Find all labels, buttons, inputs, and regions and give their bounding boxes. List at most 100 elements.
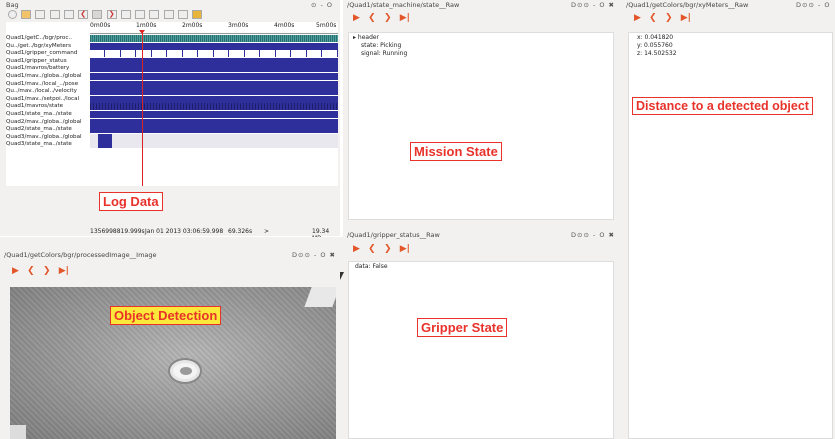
last-button[interactable]: ▶| (400, 13, 410, 23)
mission-state-callout: Mission State (410, 142, 502, 161)
gripper-content: data: False (348, 261, 614, 439)
timeline-ruler[interactable]: 0m00s 1m00s 2m00s 3m00s 4m00s 5m00s (90, 22, 338, 34)
prev-button[interactable]: ❮ (27, 266, 35, 276)
topic-bar (90, 141, 338, 149)
prev-button[interactable]: ❮ (649, 13, 657, 23)
raw-line: x: 0.041820 (637, 34, 674, 41)
raw-line: signal: Running (361, 50, 408, 57)
xymeters-title: /Quad1/getColors/bgr/xyMeters__Raw (626, 1, 749, 9)
state-machine-window-buttons[interactable]: D⊙⊙ - O ✖ (571, 1, 615, 9)
state-machine-content: ▸ header state: Picking signal: Running (348, 32, 614, 220)
play-button[interactable]: ▶ (353, 13, 360, 23)
step-back-icon[interactable]: ❮ (78, 10, 89, 19)
play-button[interactable]: ▶ (12, 266, 19, 276)
topic-bar (90, 126, 338, 134)
tick-label: 0m00s (90, 22, 111, 29)
fast-rewind-icon[interactable] (49, 10, 60, 19)
play-button[interactable]: ▶ (353, 244, 360, 254)
topic-label[interactable]: Quad1/mavros/state (6, 103, 90, 111)
pause-icon[interactable] (92, 10, 103, 19)
last-button[interactable]: ▶| (59, 266, 69, 276)
state-machine-title: /Quad1/state_machine/state__Raw (347, 1, 460, 9)
bag-panel: Bag ⊙ - O ❮ ❯ 0m00s 1m00s 2m00s 3m00s 4m… (0, 0, 340, 242)
topic-bar (90, 95, 338, 103)
topic-bar (90, 50, 338, 58)
playhead-marker[interactable] (139, 30, 145, 34)
fast-forward-icon[interactable] (120, 10, 131, 19)
open-icon[interactable] (21, 10, 32, 19)
play-button[interactable]: ▶ (634, 13, 641, 23)
xymeters-content: x: 0.041820 y: 0.055760 z: 14.502532 (628, 32, 833, 439)
last-button[interactable]: ▶| (681, 13, 691, 23)
raw-line: z: 14.502532 (637, 50, 677, 57)
topic-label[interactable]: Quad1/getC../bgr/proc.. (6, 35, 90, 43)
next-button[interactable]: ❯ (384, 244, 392, 254)
last-button[interactable]: ▶| (400, 244, 410, 254)
status-datetime: Jan 01 2013 03:06:59.998 (145, 228, 224, 235)
gripper-title: /Quad1/gripper_status__Raw (347, 231, 440, 239)
topic-label[interactable]: Quad1/gripper_command (6, 50, 90, 58)
tick-label: 1m00s (136, 22, 157, 29)
bag-window-buttons[interactable]: ⊙ - O (311, 1, 333, 9)
topic-bar (90, 72, 338, 80)
topic-bar (90, 80, 338, 88)
tick-label: 5m00s (316, 22, 337, 29)
zoom-out-icon[interactable] (163, 10, 174, 19)
status-timestamp: 1356998819.999s (90, 228, 145, 235)
prev-button[interactable]: ❮ (368, 13, 376, 23)
topic-label[interactable]: Quad1/state_ma../state (6, 111, 90, 119)
topic-label[interactable]: Qu../get../bgr/xyMeters (6, 43, 90, 51)
gripper-window-buttons[interactable]: D⊙⊙ - O ✖ (571, 231, 615, 239)
state-machine-nav: ▶ ❮ ❯ ▶| (353, 13, 410, 23)
image-view-nav: ▶ ❮ ❯ ▶| (12, 266, 69, 276)
step-forward-icon[interactable]: ❯ (106, 10, 117, 19)
raw-line: data: False (355, 263, 388, 270)
gripper-nav: ▶ ❮ ❯ ▶| (353, 244, 410, 254)
save-icon[interactable] (35, 10, 46, 19)
playhead[interactable] (142, 30, 143, 186)
raw-line[interactable]: ▸ header (353, 34, 379, 42)
xymeters-window-buttons[interactable]: D⊙⊙ - O (796, 1, 831, 9)
next-button[interactable]: ❯ (384, 13, 392, 23)
state-machine-panel: /Quad1/state_machine/state__Raw D⊙⊙ - O … (343, 0, 624, 229)
tick-label: 2m00s (182, 22, 203, 29)
bag-status-bar: 1356998819.999s Jan 01 2013 03:06:59.998… (6, 228, 338, 242)
image-view-panel: /Quad1/getColors/bgr/processedImage__Ima… (0, 237, 343, 439)
topic-bar (90, 88, 338, 96)
propeller-shape (10, 425, 26, 439)
skip-end-icon[interactable] (135, 10, 146, 19)
message-bars[interactable] (90, 35, 338, 149)
zoom-reset-icon[interactable] (177, 10, 188, 19)
topic-label[interactable]: Quad1/mav../local_../pose (6, 81, 90, 89)
topic-label[interactable]: Quad1/mavros/battery (6, 65, 90, 73)
next-button[interactable]: ❯ (43, 266, 51, 276)
bag-title: Bag (6, 1, 19, 9)
gripper-state-callout: Gripper State (417, 318, 508, 337)
prev-button[interactable]: ❮ (368, 244, 376, 254)
object-detection-callout: Object Detection (110, 306, 222, 325)
topic-label[interactable]: Quad1/mav../setpoi../local (6, 96, 90, 104)
next-button[interactable]: ❯ (665, 13, 673, 23)
xymeters-panel: /Quad1/getColors/bgr/xyMeters__Raw D⊙⊙ -… (624, 0, 835, 439)
topic-label[interactable]: Quad3/mav../globa../global (6, 134, 90, 142)
topic-bar (90, 35, 338, 42)
rewind-icon[interactable] (63, 10, 74, 19)
topic-bar (90, 118, 338, 126)
topic-bar (90, 103, 338, 111)
topic-label[interactable]: Quad1/gripper_status (6, 58, 90, 66)
topic-label[interactable]: Quad3/state_ma../state (6, 141, 90, 149)
record-icon[interactable] (8, 10, 17, 19)
detected-object (170, 360, 200, 382)
topic-bar (90, 65, 338, 73)
topic-bar (90, 133, 338, 141)
topic-label[interactable]: Quad2/mav../globa../global (6, 119, 90, 127)
bag-toolbar: ❮ ❯ (8, 10, 268, 21)
topic-label[interactable]: Qu../mav../local../velocity (6, 88, 90, 96)
topic-label[interactable]: Quad2/state_ma../state (6, 126, 90, 134)
topic-list: Quad1/getC../bgr/proc.. Qu../get../bgr/x… (6, 35, 90, 149)
zoom-in-icon[interactable] (149, 10, 160, 19)
image-view-window-buttons[interactable]: D⊙⊙ - O ✖ (292, 251, 336, 259)
status-elapsed: 69.326s (228, 228, 253, 235)
thumbnail-icon[interactable] (192, 10, 203, 19)
topic-label[interactable]: Quad1/mav../globa../global (6, 73, 90, 81)
